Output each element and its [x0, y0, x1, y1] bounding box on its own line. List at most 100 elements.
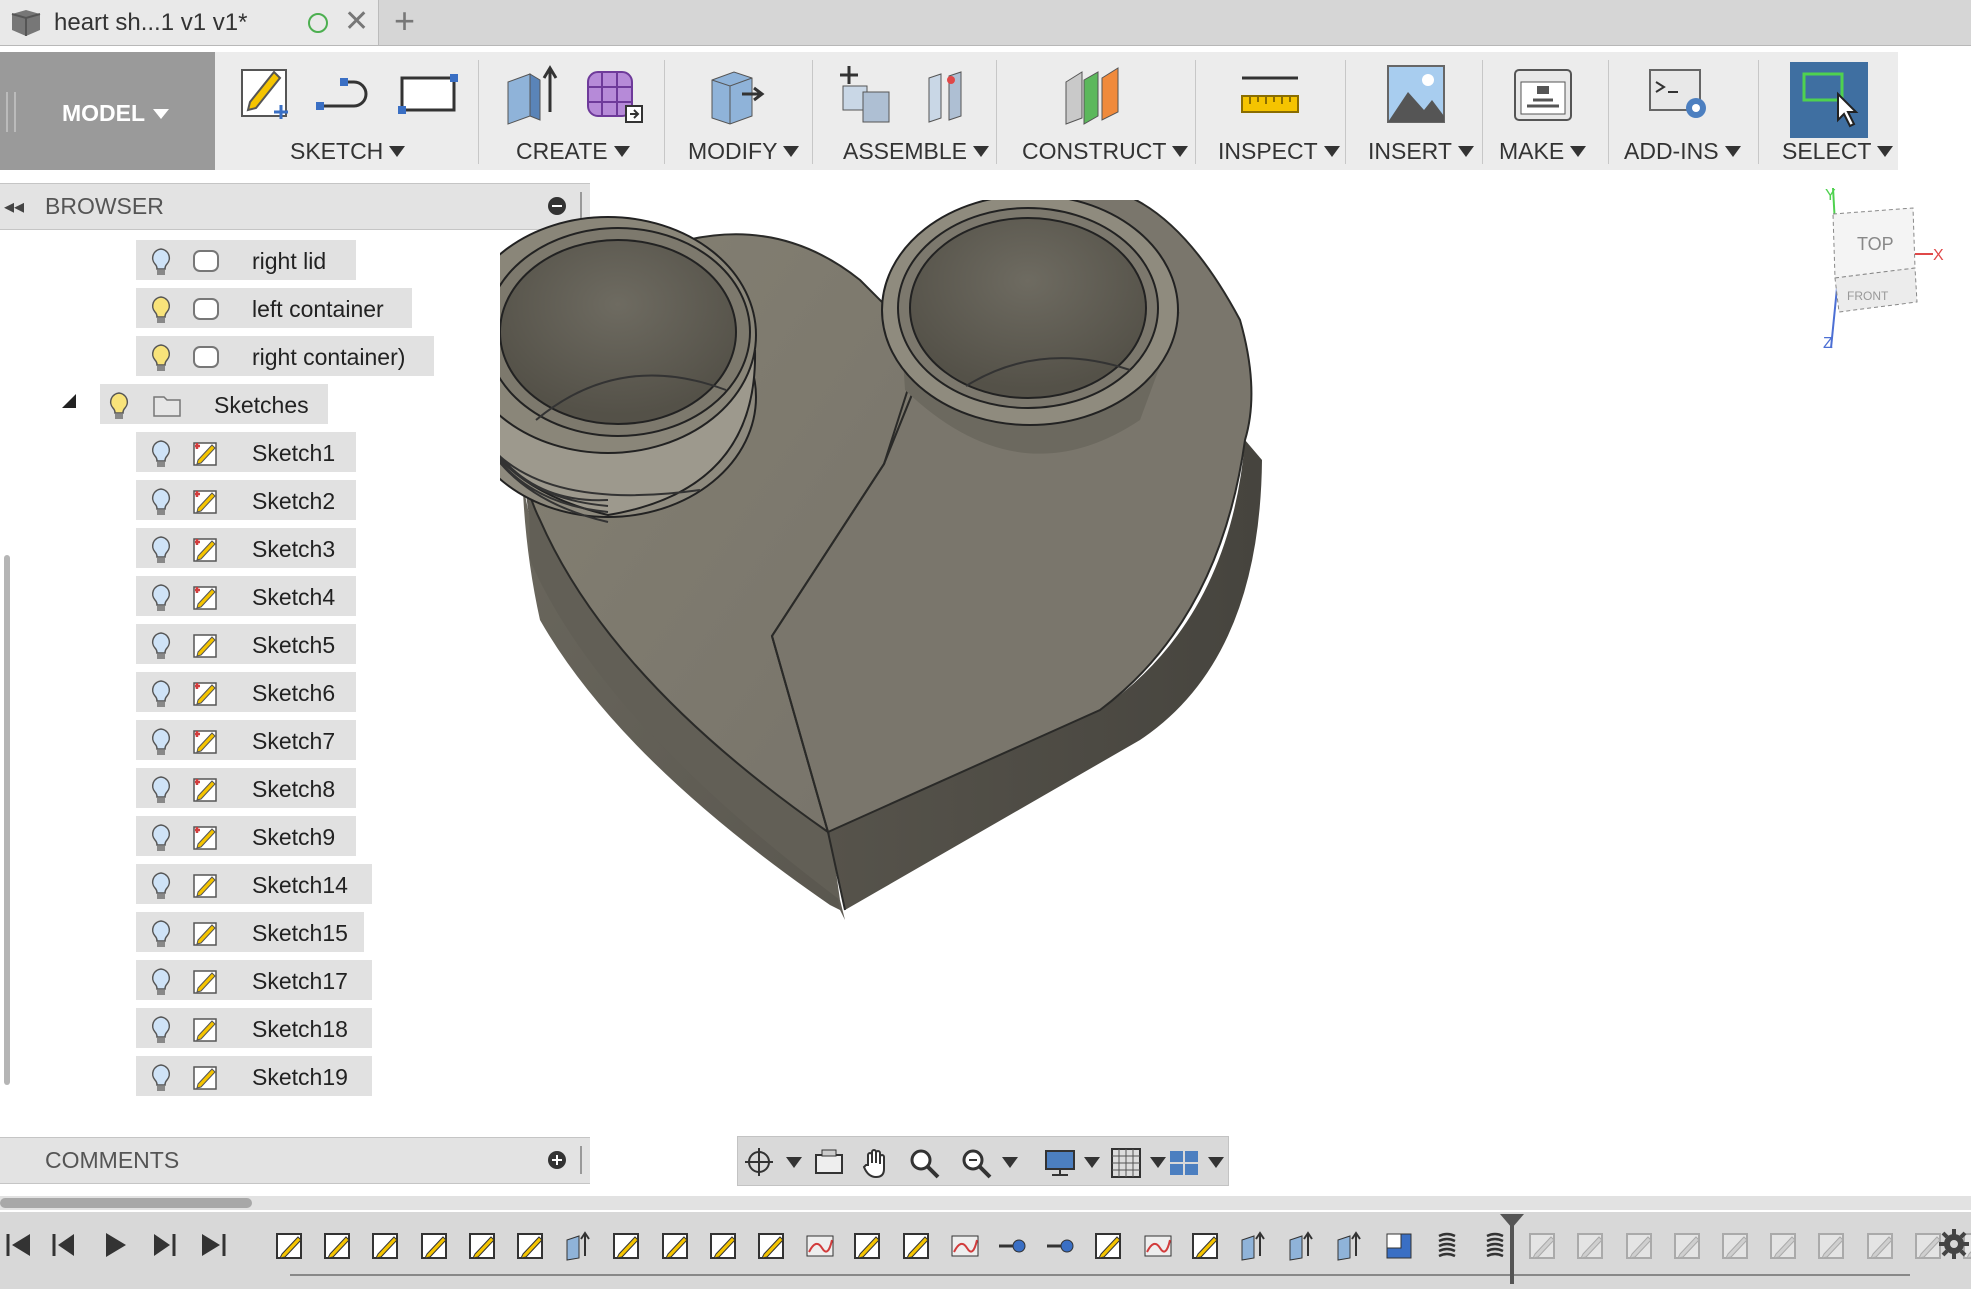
viewcube-front-label[interactable]: FRONT	[1847, 289, 1889, 303]
browser-sketch-item[interactable]: Sketch4	[136, 576, 356, 616]
select-group[interactable]: SELECT	[1770, 52, 1895, 170]
collapse-panel-icon[interactable]: ◂◂	[4, 194, 24, 219]
visibility-bulb-icon[interactable]	[150, 967, 172, 1002]
close-tab-icon[interactable]: ✕	[344, 4, 369, 39]
timeline-sketch-icon[interactable]	[467, 1230, 499, 1262]
timeline-suppressed-feature-icon[interactable]	[1865, 1230, 1897, 1262]
expand-triangle-icon[interactable]	[62, 394, 76, 408]
visibility-bulb-icon[interactable]	[108, 391, 130, 426]
zoom-icon[interactable]	[908, 1147, 942, 1179]
visibility-bulb-icon[interactable]	[150, 583, 172, 618]
form-icon[interactable]	[582, 62, 646, 126]
addins-group[interactable]: ADD-INS	[1620, 52, 1760, 170]
scripts-icon[interactable]	[1648, 62, 1712, 126]
browser-sketch-item[interactable]: Sketch9	[136, 816, 356, 856]
grid-icon[interactable]	[1110, 1147, 1144, 1179]
joint-icon[interactable]	[913, 62, 977, 126]
new-component-icon[interactable]	[833, 62, 897, 126]
browser-sketch-item[interactable]: Sketch18	[136, 1008, 372, 1048]
display-dropdown-icon[interactable]	[1084, 1157, 1100, 1168]
timeline-suppressed-feature-icon[interactable]	[1816, 1230, 1848, 1262]
scrollbar-thumb[interactable]	[0, 1198, 252, 1208]
viewports-dropdown-icon[interactable]	[1208, 1157, 1224, 1168]
construct-group[interactable]: CONSTRUCT	[1010, 52, 1185, 170]
browser-body-item[interactable]: left container	[136, 288, 412, 328]
timeline-sketch-icon[interactable]	[322, 1230, 354, 1262]
measure-icon[interactable]	[1238, 62, 1302, 126]
line-tool-icon[interactable]	[314, 62, 378, 126]
timeline-joint-icon[interactable]	[997, 1230, 1029, 1262]
new-tab-icon[interactable]: +	[394, 0, 415, 42]
orbit-dropdown-icon[interactable]	[786, 1157, 802, 1168]
timeline-thread-icon[interactable]	[1431, 1230, 1463, 1262]
model-viewport[interactable]	[500, 200, 1600, 1140]
3d-print-icon[interactable]	[1511, 62, 1575, 126]
visibility-bulb-icon[interactable]	[150, 343, 172, 378]
offset-plane-icon[interactable]	[1062, 62, 1126, 126]
timeline-thread-icon[interactable]	[1479, 1230, 1511, 1262]
toolbar-grip-icon[interactable]	[6, 92, 16, 132]
timeline-extrude-icon[interactable]	[1238, 1230, 1270, 1262]
timeline-sketch-icon[interactable]	[370, 1230, 402, 1262]
step-back-icon[interactable]	[50, 1230, 80, 1260]
timeline-sketch-icon[interactable]	[852, 1230, 884, 1262]
visibility-bulb-icon[interactable]	[150, 775, 172, 810]
browser-sketch-item[interactable]: Sketch6	[136, 672, 356, 712]
assemble-group[interactable]: ASSEMBLE	[825, 52, 995, 170]
timeline-sketch-icon[interactable]	[611, 1230, 643, 1262]
timeline-suppressed-feature-icon[interactable]	[1624, 1230, 1656, 1262]
visibility-bulb-icon[interactable]	[150, 247, 172, 282]
insert-group[interactable]: INSERT	[1360, 52, 1490, 170]
timeline-settings-gear-icon[interactable]	[1938, 1228, 1970, 1260]
step-forward-icon[interactable]	[148, 1230, 178, 1260]
timeline-sketch-icon[interactable]	[901, 1230, 933, 1262]
browser-sketch-item[interactable]: Sketch5	[136, 624, 356, 664]
browser-sketch-item[interactable]: Sketch17	[136, 960, 372, 1000]
viewports-icon[interactable]	[1168, 1147, 1202, 1179]
timeline-suppressed-feature-icon[interactable]	[1575, 1230, 1607, 1262]
timeline-sketch-icon[interactable]	[660, 1230, 692, 1262]
visibility-bulb-icon[interactable]	[150, 439, 172, 474]
visibility-bulb-icon[interactable]	[150, 919, 172, 954]
timeline-sketch-icon[interactable]	[1093, 1230, 1125, 1262]
viewcube-top-label[interactable]: TOP	[1857, 234, 1894, 254]
timeline-sketch-icon[interactable]	[515, 1230, 547, 1262]
timeline-joint-icon[interactable]	[1045, 1230, 1077, 1262]
fit-icon[interactable]	[960, 1147, 994, 1179]
timeline-suppressed-feature-icon[interactable]	[1720, 1230, 1752, 1262]
visibility-bulb-icon[interactable]	[150, 1063, 172, 1098]
browser-sketch-item[interactable]: Sketch14	[136, 864, 372, 904]
visibility-bulb-icon[interactable]	[150, 535, 172, 570]
grid-dropdown-icon[interactable]	[1150, 1157, 1166, 1168]
visibility-bulb-icon[interactable]	[150, 871, 172, 906]
visibility-bulb-icon[interactable]	[150, 295, 172, 330]
timeline-sketch-icon[interactable]	[419, 1230, 451, 1262]
inspect-group[interactable]: INSPECT	[1208, 52, 1348, 170]
go-to-start-icon[interactable]	[4, 1230, 34, 1260]
create-sketch-icon[interactable]	[234, 62, 298, 126]
browser-sketch-item[interactable]: Sketch15	[136, 912, 364, 952]
insert-image-icon[interactable]	[1384, 62, 1448, 126]
press-pull-icon[interactable]	[704, 62, 768, 126]
zoom-dropdown-icon[interactable]	[1002, 1157, 1018, 1168]
sketch-group[interactable]: SKETCH	[230, 52, 475, 170]
rectangle-tool-icon[interactable]	[396, 62, 460, 126]
go-to-end-icon[interactable]	[198, 1230, 228, 1260]
timeline-extrude-icon[interactable]	[1286, 1230, 1318, 1262]
comments-panel-header[interactable]: COMMENTS	[0, 1137, 590, 1184]
browser-sketch-item[interactable]: Sketch8	[136, 768, 356, 808]
create-group[interactable]: CREATE	[490, 52, 660, 170]
timeline-fillet-icon[interactable]	[804, 1230, 836, 1262]
select-active-tile[interactable]	[1790, 62, 1868, 138]
visibility-bulb-icon[interactable]	[150, 727, 172, 762]
visibility-bulb-icon[interactable]	[150, 679, 172, 714]
play-icon[interactable]	[100, 1230, 130, 1260]
orbit-icon[interactable]	[744, 1147, 778, 1177]
browser-sketch-item[interactable]: Sketch1	[136, 432, 356, 472]
document-tab[interactable]: heart sh...1 v1 v1* ✕	[0, 0, 379, 45]
browser-sketch-item[interactable]: Sketch2	[136, 480, 356, 520]
timeline-extrude-icon[interactable]	[563, 1230, 595, 1262]
workspace-switcher[interactable]: MODEL	[0, 52, 215, 170]
visibility-bulb-icon[interactable]	[150, 487, 172, 522]
extrude-icon[interactable]	[500, 62, 564, 126]
